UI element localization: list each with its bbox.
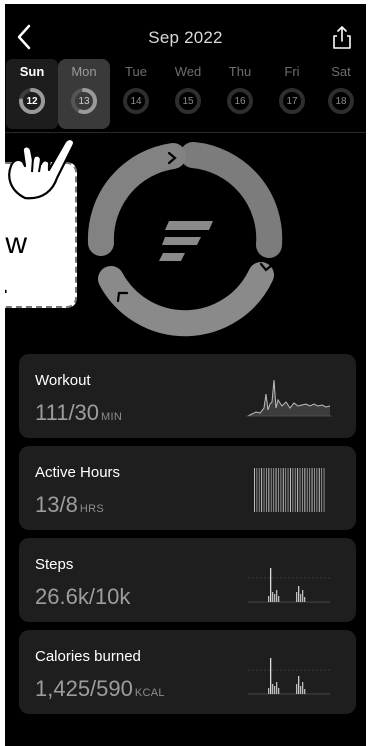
ring-segment-exercise [98,262,274,337]
card-steps[interactable]: Steps 26.6k/10k [19,538,356,622]
day-label: Sat [331,64,351,79]
activity-rings[interactable] [85,139,285,339]
tooltip-text-line2: . [5,264,9,304]
day-number: 17 [286,96,298,107]
day-thu[interactable]: Thu 16 [214,59,266,129]
month-title: Sep 2022 [148,28,223,47]
active-hour-bar [309,468,311,512]
app-screen: Sep 2022 Sun 12 Mon 13 Tue 14 Wed 15 Thu… [5,4,366,746]
workout-sparkline [246,372,332,424]
day-sat[interactable]: Sat 18 [315,59,366,129]
active-hour-bar [304,468,306,512]
steps-bars [246,556,332,608]
active-hour-bar [287,468,289,512]
day-label: Thu [228,64,252,79]
active-hour-bar [266,468,267,512]
active-hour-bar [321,468,323,512]
active-hour-bar [275,468,277,512]
active-hour-bar [270,468,272,512]
active-hour-bar [280,468,282,512]
day-number: 13 [78,96,90,107]
active-hour-bar [273,468,275,512]
active-hour-bar [258,468,260,512]
active-hour-bar [261,468,263,512]
card-title: Active Hours [35,464,121,481]
active-hour-bar [302,468,303,512]
day-number: 12 [26,96,38,107]
card-calories[interactable]: Calories burned 1,425/590 KCAL [19,630,356,714]
card-title: Workout [35,372,91,389]
day-tue[interactable]: Tue 14 [110,59,162,129]
active-hour-bar [278,468,279,512]
active-hour-bar [282,468,284,512]
active-hour-bar [323,468,325,512]
day-label: Tue [125,64,147,79]
card-value: 13/8 HRS [35,492,104,517]
header: Sep 2022 [5,4,366,64]
active-hour-bar [318,468,320,512]
active-hour-bar [299,468,301,512]
active-hour-bar [285,468,287,512]
day-label: Wed [174,64,202,79]
day-number: 15 [182,96,194,107]
active-hour-bar [268,468,270,512]
active-hour-bar [263,468,265,512]
card-value: 1,425/590 KCAL [35,676,165,701]
day-label: Fri [284,64,300,79]
calories-bars [246,648,332,700]
active-hour-bar [256,468,258,512]
day-fri[interactable]: Fri 17 [266,59,318,129]
share-icon [333,26,351,49]
card-active-hours[interactable]: Active Hours 13/8 HRS [19,446,356,530]
day-mon[interactable]: Mon 13 [58,59,110,129]
active-hour-bar [316,468,318,512]
day-number: 18 [335,96,347,107]
active-hour-bar [306,468,308,512]
active-hour-bar [292,468,294,512]
week-day-strip: Sun 12 Mon 13 Tue 14 Wed 15 Thu 16 Fri 1… [5,59,366,131]
ring-segment-move [180,142,283,258]
active-hour-bar [290,468,291,512]
day-sun[interactable]: Sun 12 [6,59,58,129]
active-hour-bar [294,468,296,512]
day-label: Mon [71,64,97,79]
day-wed[interactable]: Wed 15 [162,59,214,129]
card-workout[interactable]: Workout 111/30 MIN [19,354,356,438]
day-number: 16 [234,96,246,107]
tap-hand-icon [5,132,89,212]
app-logo-icon [159,221,213,261]
day-number: 14 [130,96,142,107]
active-hours-bars [246,464,332,516]
day-label: Sun [19,64,45,79]
active-hour-bar [314,468,315,512]
card-value: 111/30 MIN [35,400,123,425]
card-title: Steps [35,556,74,573]
share-button[interactable] [330,24,354,50]
ring-segment-stand [87,143,186,256]
active-hour-bar [311,468,313,512]
active-hour-bar [297,468,299,512]
card-title: Calories burned [35,648,141,665]
card-value: 26.6k/10k [35,584,131,609]
tooltip-text-line1: view [5,227,28,260]
active-hour-bar [254,468,255,512]
